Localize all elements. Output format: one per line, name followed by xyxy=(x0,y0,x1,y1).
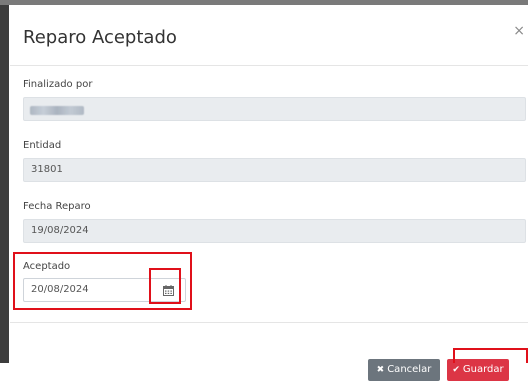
cancel-button[interactable]: ✖ Cancelar xyxy=(368,359,440,381)
calendar-button[interactable] xyxy=(150,278,186,302)
finalizado-por-label: Finalizado por xyxy=(23,79,93,90)
calendar-icon xyxy=(163,285,174,296)
modal-title: Reparo Aceptado xyxy=(23,27,177,48)
fecha-reparo-label: Fecha Reparo xyxy=(23,201,91,212)
entidad-label: Entidad xyxy=(23,140,62,151)
background-overlay-top xyxy=(0,0,528,5)
redacted-name xyxy=(30,106,84,115)
save-button-label: Guardar xyxy=(462,364,504,375)
modal-header: Reparo Aceptado × xyxy=(10,6,528,66)
aceptado-label: Aceptado xyxy=(23,261,71,272)
check-icon: ✔ xyxy=(452,365,460,375)
aceptado-date-input[interactable]: 20/08/2024 xyxy=(23,278,150,302)
close-button[interactable]: × xyxy=(513,22,525,40)
fecha-reparo-field: 19/08/2024 xyxy=(23,219,526,243)
finalizado-por-field xyxy=(23,97,526,121)
cancel-button-label: Cancelar xyxy=(387,364,432,375)
modal-footer-divider xyxy=(10,322,528,323)
entidad-field: 31801 xyxy=(23,158,526,182)
times-icon: ✖ xyxy=(376,365,385,375)
background-overlay-edge xyxy=(0,0,9,363)
save-button[interactable]: ✔ Guardar xyxy=(447,359,509,381)
reparo-aceptado-modal: Reparo Aceptado × Finalizado por Entidad… xyxy=(10,6,528,363)
